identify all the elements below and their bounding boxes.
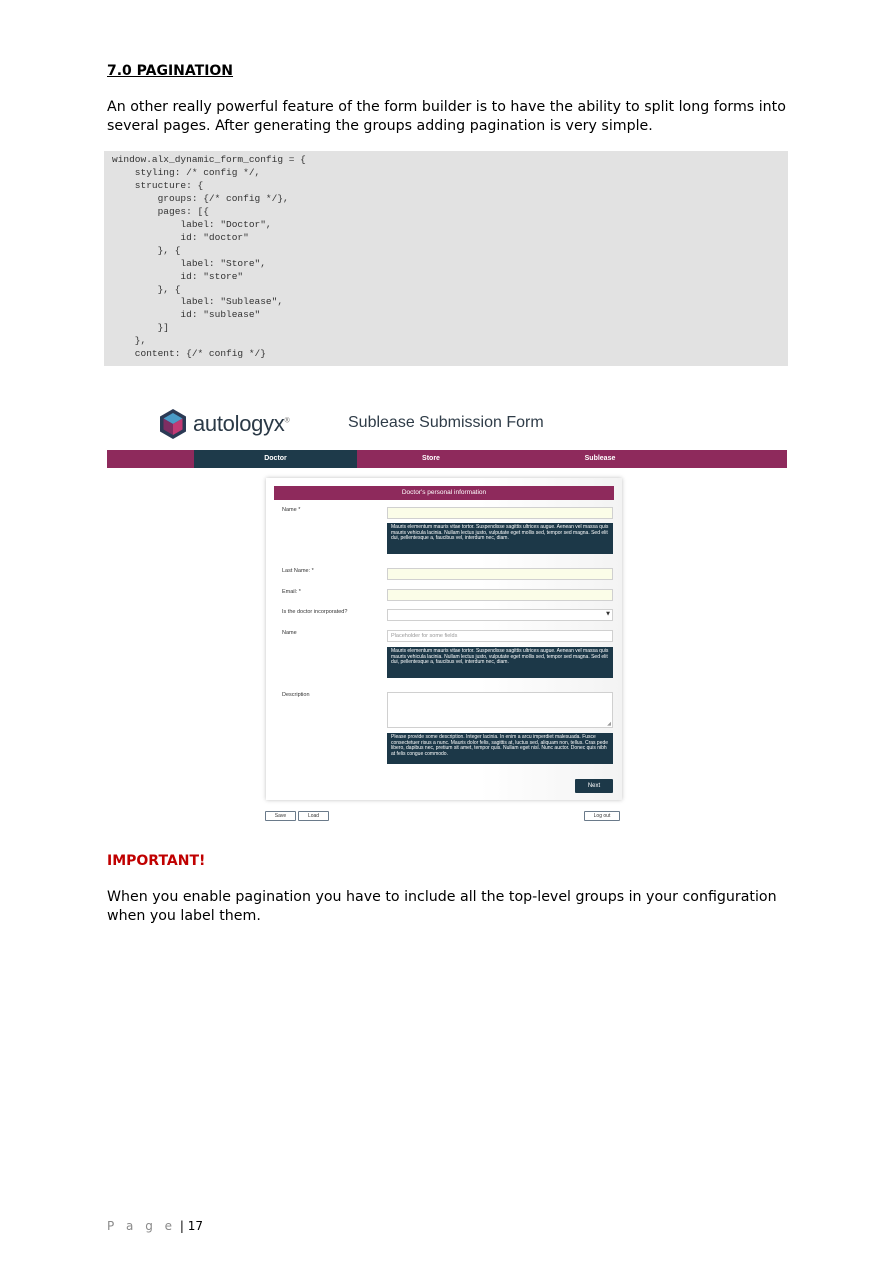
page-tabs: Doctor Store Sublease bbox=[107, 450, 787, 468]
description-textarea[interactable]: ◢ bbox=[387, 692, 613, 728]
resize-grip-icon[interactable]: ◢ bbox=[607, 721, 611, 727]
section-heading: 7.0 PAGINATION bbox=[107, 63, 234, 79]
form-panel: Doctor's personal information Name * Mau… bbox=[266, 478, 622, 800]
name-help: Mauris elementum mauris vitae tortor. Su… bbox=[387, 523, 613, 554]
important-note: When you enable pagination you have to i… bbox=[107, 889, 777, 924]
code-content: window.alx_dynamic_form_config = { styli… bbox=[112, 154, 306, 360]
save-button[interactable]: Save bbox=[265, 811, 296, 821]
tab-doctor[interactable]: Doctor bbox=[194, 450, 357, 468]
next-button[interactable]: Next bbox=[575, 779, 613, 793]
important-heading: IMPORTANT! bbox=[107, 853, 206, 869]
name2-input[interactable]: Placeholder for some fields bbox=[387, 630, 613, 642]
page-word: P a g e bbox=[107, 1219, 177, 1233]
chevron-down-icon: ▼ bbox=[606, 611, 610, 617]
name2-help: Mauris elementum mauris vitae tortor. Su… bbox=[387, 647, 613, 678]
last-name-input[interactable] bbox=[387, 568, 613, 580]
email-label: Email: * bbox=[282, 589, 301, 595]
cube-logo-icon bbox=[160, 409, 186, 439]
last-name-label: Last Name: * bbox=[282, 568, 314, 574]
code-block: window.alx_dynamic_form_config = { styli… bbox=[104, 151, 788, 366]
brand-name: autologyx® bbox=[193, 411, 290, 436]
intro-paragraph: An other really powerful feature of the … bbox=[107, 99, 786, 134]
name2-label: Name bbox=[282, 630, 297, 636]
incorporated-select[interactable]: ▼ bbox=[387, 609, 613, 621]
page-footer: P a g e | 17 bbox=[107, 1219, 203, 1233]
load-button[interactable]: Load bbox=[298, 811, 329, 821]
tab-sublease[interactable]: Sublease bbox=[505, 450, 695, 468]
name-label: Name * bbox=[282, 507, 301, 513]
tab-store[interactable]: Store bbox=[357, 450, 505, 468]
form-screenshot: autologyx® Sublease Submission Form Doct… bbox=[104, 395, 788, 830]
description-help: Please provide some description. Integer… bbox=[387, 733, 613, 764]
name2-placeholder: Placeholder for some fields bbox=[391, 633, 458, 639]
form-title: Sublease Submission Form bbox=[348, 414, 544, 431]
description-label: Description bbox=[282, 692, 310, 698]
incorporated-label: Is the doctor incorporated? bbox=[282, 609, 348, 615]
email-input[interactable] bbox=[387, 589, 613, 601]
logout-button[interactable]: Log out bbox=[584, 811, 620, 821]
panel-title: Doctor's personal information bbox=[274, 486, 614, 500]
brand-logo: autologyx® bbox=[158, 407, 290, 441]
page-separator: | bbox=[179, 1219, 184, 1233]
name-input[interactable] bbox=[387, 507, 613, 519]
page-number: 17 bbox=[187, 1219, 204, 1233]
